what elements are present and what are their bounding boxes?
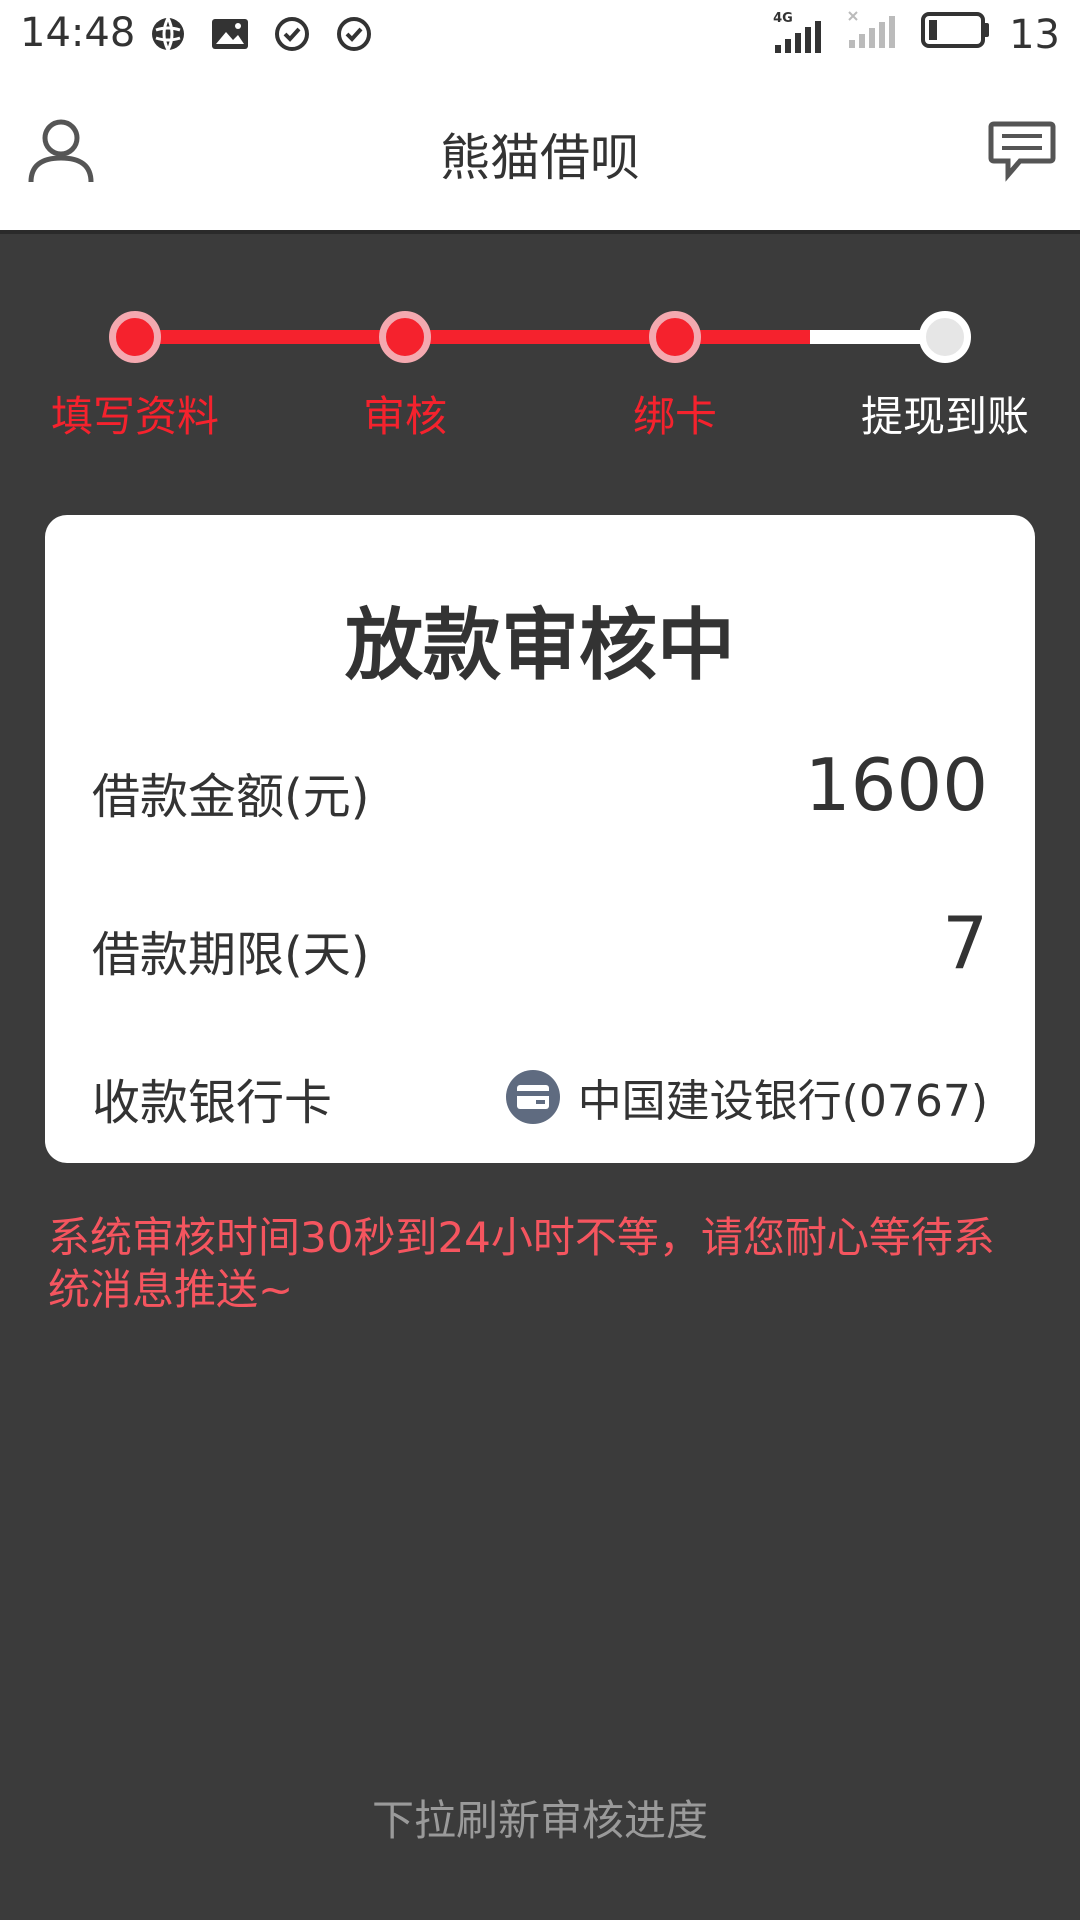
status-right-icons: 4G 13 — [773, 10, 1060, 60]
page-title: 熊猫借呗 — [440, 129, 640, 187]
bank-card-value: 中国建设银行(0767) — [577, 1076, 988, 1127]
bank-card-row: 收款银行卡 中国建设银行(0767) — [92, 1055, 988, 1135]
review-notice: 系统审核时间30秒到24小时不等，请您耐心等待系统消息推送~ — [48, 1213, 995, 1314]
step-dot-2 — [379, 311, 431, 363]
bank-card-value-wrap: 中国建设银行(0767) — [505, 1065, 988, 1129]
card-title: 放款审核中 — [344, 601, 735, 691]
battery-icon — [921, 10, 991, 60]
step-dot-4 — [919, 311, 971, 363]
bank-card-label: 收款银行卡 — [92, 1075, 333, 1131]
loan-status-card: 放款审核中 借款金额(元) 1600 借款期限(天) 7 收款银行卡 中国建设银… — [45, 515, 1035, 1163]
loan-term-row: 借款期限(天) 7 — [92, 901, 988, 985]
progress-steps: 填写资料 审核 绑卡 提现到账 — [0, 300, 1080, 441]
step-label-fill-info: 填写资料 — [50, 392, 219, 441]
loan-amount-label: 借款金额(元) — [92, 769, 370, 825]
loan-amount-row: 借款金额(元) 1600 — [92, 743, 988, 827]
status-bar: 14:48 4G 13 — [0, 0, 1080, 70]
loan-term-label: 借款期限(天) — [92, 927, 370, 983]
step-label-withdraw: 提现到账 — [860, 392, 1029, 441]
check-circle-icon — [334, 14, 374, 54]
step-dot-1 — [109, 311, 161, 363]
bank-card-icon — [505, 1070, 560, 1124]
status-time: 14:48 — [20, 10, 136, 56]
app-header: 熊猫借呗 — [0, 70, 1080, 234]
message-icon[interactable] — [988, 120, 1056, 182]
status-notification-icons — [148, 14, 374, 54]
battery-level: 13 — [1009, 12, 1060, 58]
loan-term-value: 7 — [942, 901, 988, 985]
check-circle-icon — [272, 14, 312, 54]
signal-no-sim-icon — [847, 10, 903, 60]
progress-track-done — [135, 330, 810, 344]
step-label-review: 审核 — [362, 392, 447, 441]
vpn-icon — [148, 14, 188, 54]
loan-amount-value: 1600 — [804, 743, 988, 827]
step-label-bind-card: 绑卡 — [632, 392, 717, 441]
step-dot-3 — [649, 311, 701, 363]
pull-to-refresh-hint[interactable]: 下拉刷新审核进度 — [0, 1787, 1080, 1848]
signal-icon: 4G — [773, 11, 829, 55]
photo-icon — [210, 14, 250, 54]
